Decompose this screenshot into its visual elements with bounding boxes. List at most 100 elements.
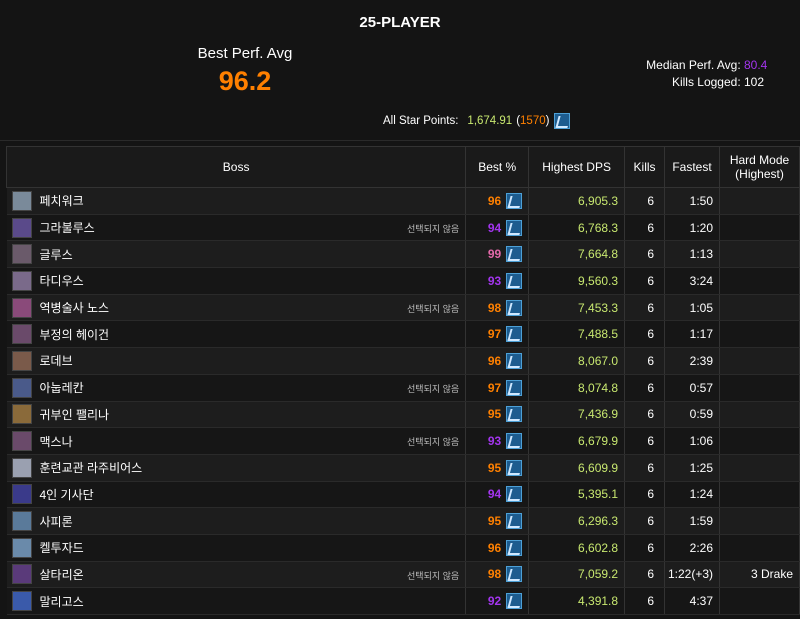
- warcraftlogs-icon[interactable]: [506, 299, 523, 316]
- median-stats: Median Perf. Avg: 80.4 Kills Logged: 102: [646, 57, 772, 91]
- hard-mode-value: [719, 534, 800, 562]
- not-selected-note: 선택되지 않음: [407, 223, 460, 234]
- hard-mode-value: [719, 347, 800, 375]
- header-boss[interactable]: Boss: [5, 146, 467, 188]
- warcraftlogs-icon[interactable]: [506, 352, 523, 369]
- boss-name[interactable]: 타디우스: [40, 272, 84, 289]
- fastest-time: 1:22(+3): [664, 561, 721, 589]
- highest-dps: 6,296.3: [528, 507, 626, 535]
- boss-name[interactable]: 귀부인 팰리나: [40, 406, 110, 423]
- boss-cell: 부정의 헤이건: [6, 320, 467, 349]
- all-star-points: All Star Points: 1,674.91 (1570): [383, 113, 571, 129]
- boss-name[interactable]: 페치워크: [40, 192, 84, 209]
- hard-mode-value: [719, 454, 800, 482]
- warcraftlogs-icon[interactable]: [506, 246, 523, 263]
- warcraftlogs-icon[interactable]: [506, 593, 523, 610]
- boss-name[interactable]: 글루스: [40, 246, 73, 263]
- header-fastest[interactable]: Fastest: [664, 146, 721, 188]
- warcraftlogs-icon[interactable]: [506, 486, 523, 503]
- boss-cell: 페치워크: [6, 187, 467, 215]
- warcraftlogs-icon[interactable]: [506, 272, 523, 289]
- fastest-time: 1:24: [664, 481, 721, 509]
- best-percent: 98: [487, 567, 502, 582]
- boss-name[interactable]: 4인 기사단: [40, 486, 94, 503]
- kills-count: 6: [624, 374, 666, 402]
- not-selected-note: 선택되지 않음: [407, 303, 460, 314]
- best-cell: 98: [465, 561, 530, 589]
- asp-rank: 1570: [520, 115, 546, 127]
- fastest-time: 1:13: [664, 240, 721, 269]
- kills-count: 6: [624, 507, 666, 535]
- warcraftlogs-icon[interactable]: [506, 379, 523, 396]
- hard-mode-value: [719, 294, 800, 322]
- boss-portrait-icon: [11, 537, 32, 558]
- best-cell: 92: [465, 587, 530, 615]
- best-cell: 99: [465, 240, 530, 269]
- boss-cell: 훈련교관 라주비어스: [6, 454, 467, 482]
- boss-name[interactable]: 사피론: [40, 513, 73, 530]
- hard-mode-value: [719, 507, 800, 535]
- fastest-time: 4:37: [664, 587, 721, 615]
- boss-name[interactable]: 그라불루스: [40, 219, 95, 236]
- best-percent: 95: [487, 514, 502, 529]
- header-kills[interactable]: Kills: [624, 146, 666, 188]
- table-row: 타디우스 93 9,560.3 6 3:24: [6, 267, 800, 295]
- table-row: 훈련교관 라주비어스 95 6,609.9 6 1:25: [6, 454, 800, 482]
- boss-cell: 켈투자드: [6, 534, 467, 562]
- header-hard-line1: Hard Mode: [729, 153, 790, 167]
- table-row: 역병술사 노스 선택되지 않음 98 7,453.3 6 1:05: [6, 294, 800, 322]
- highest-dps: 4,391.8: [528, 587, 626, 615]
- boss-name[interactable]: 맥스나: [40, 433, 73, 450]
- boss-portrait-icon: [11, 511, 32, 532]
- warcraftlogs-icon[interactable]: [506, 566, 523, 583]
- boss-name[interactable]: 살타리온: [40, 566, 84, 583]
- kills-count: 6: [624, 454, 666, 482]
- boss-portrait-icon: [11, 377, 32, 398]
- best-percent: 97: [487, 380, 502, 395]
- header-best[interactable]: Best %: [465, 146, 530, 188]
- boss-portrait-icon: [11, 217, 32, 238]
- warcraftlogs-icon[interactable]: [554, 113, 571, 129]
- best-percent: 94: [487, 220, 502, 235]
- boss-name[interactable]: 부정의 헤이건: [40, 326, 110, 343]
- hard-mode-value: [719, 214, 800, 242]
- boss-name[interactable]: 훈련교관 라주비어스: [40, 459, 143, 476]
- warcraftlogs-icon[interactable]: [506, 192, 523, 209]
- kills-count: 6: [624, 240, 666, 269]
- header-dps[interactable]: Highest DPS: [528, 146, 626, 188]
- hard-mode-value: [719, 240, 800, 269]
- warcraftlogs-icon[interactable]: [506, 433, 523, 450]
- warcraftlogs-icon[interactable]: [506, 513, 523, 530]
- boss-name[interactable]: 역병술사 노스: [40, 299, 110, 316]
- warcraftlogs-icon[interactable]: [506, 326, 523, 343]
- table-row: 그라불루스 선택되지 않음 94 6,768.3 6 1:20: [6, 214, 800, 242]
- warcraftlogs-icon[interactable]: [506, 539, 523, 556]
- fastest-time: 1:59: [664, 507, 721, 535]
- boss-name[interactable]: 말리고스: [40, 593, 84, 610]
- header-hard-mode[interactable]: Hard Mode (Highest): [719, 146, 800, 188]
- warcraftlogs-icon[interactable]: [506, 219, 523, 236]
- hard-mode-value: [719, 187, 800, 215]
- hard-mode-value: 3 Drake: [719, 561, 800, 589]
- table-row: 살타리온 선택되지 않음 98 7,059.2 6 1:22(+3) 3 Drake: [6, 561, 800, 589]
- kills-count: 6: [624, 294, 666, 322]
- boss-name[interactable]: 아눕레칸: [40, 379, 84, 396]
- boss-cell: 4인 기사단: [6, 481, 467, 509]
- table-row: 로데브 96 8,067.0 6 2:39: [6, 347, 800, 375]
- warcraftlogs-icon[interactable]: [506, 459, 523, 476]
- boss-portrait-icon: [11, 564, 32, 585]
- boss-name[interactable]: 켈투자드: [40, 539, 84, 556]
- best-cell: 95: [465, 401, 530, 429]
- warcraftlogs-icon[interactable]: [506, 406, 523, 423]
- median-value: 80.4: [744, 58, 768, 72]
- table-row: 4인 기사단 94 5,395.1 6 1:24: [6, 481, 800, 509]
- boss-name[interactable]: 로데브: [40, 352, 73, 369]
- kills-count: 6: [624, 347, 666, 375]
- asp-label: All Star Points:: [383, 115, 459, 127]
- boss-portrait-icon: [11, 324, 32, 345]
- highest-dps: 8,067.0: [528, 347, 626, 375]
- boss-cell: 역병술사 노스 선택되지 않음: [6, 294, 467, 322]
- kills-count: 6: [624, 187, 666, 215]
- table-header-row: Boss Best % Highest DPS Kills Fastest Ha…: [5, 146, 800, 188]
- highest-dps: 8,074.8: [528, 374, 626, 402]
